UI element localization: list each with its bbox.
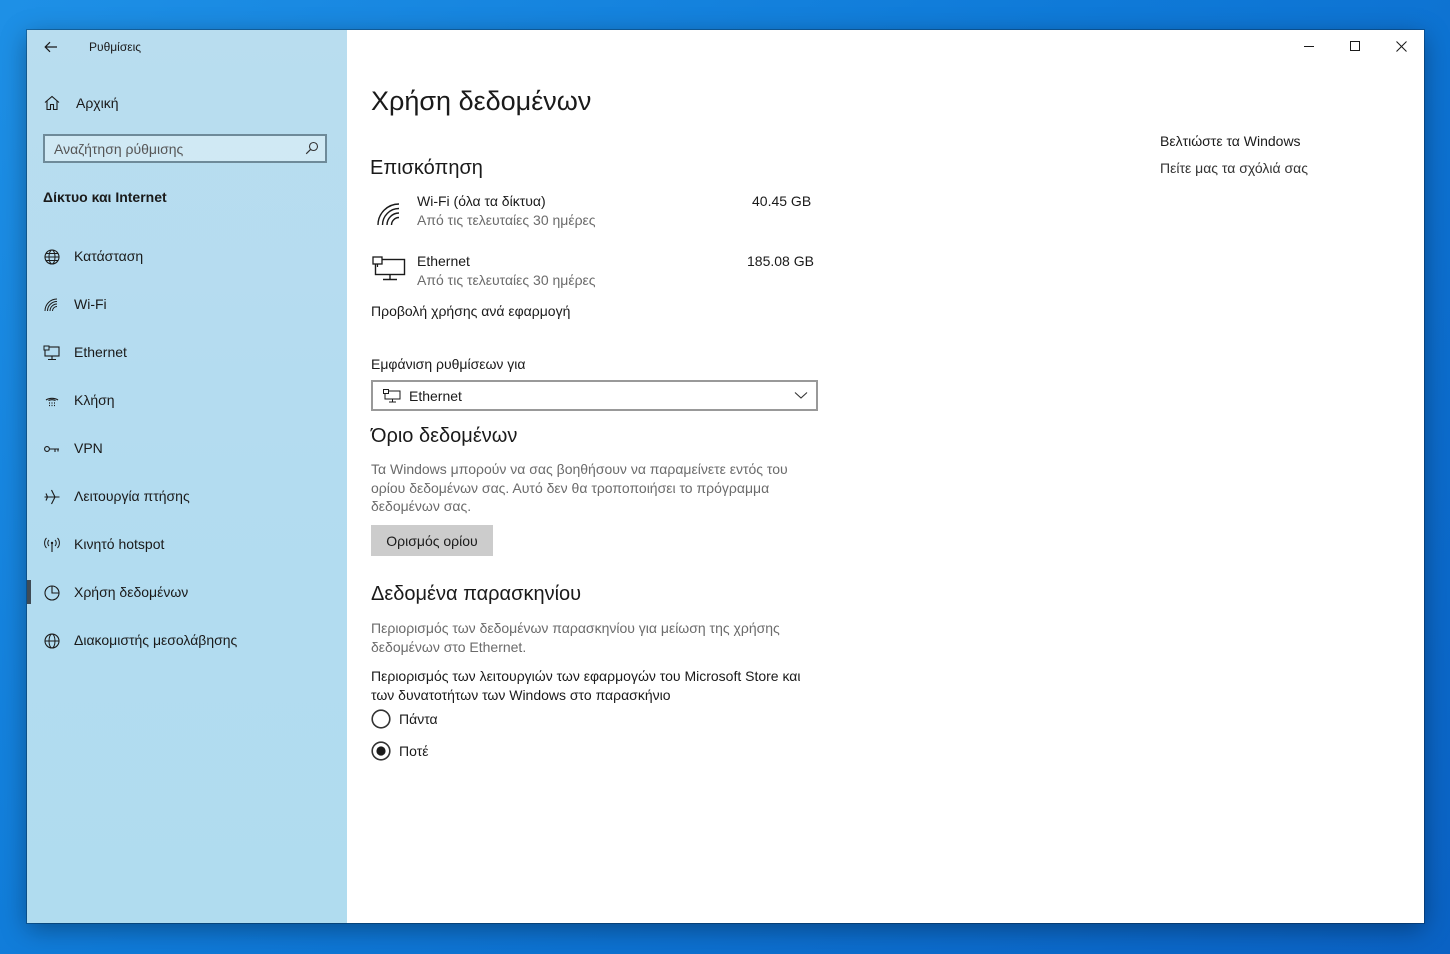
maximize-icon <box>1350 41 1360 51</box>
wifi-usage-period: Από τις τελευταίες 30 ημέρες <box>417 212 596 228</box>
sidebar-item-label: Wi-Fi <box>74 296 107 312</box>
ethernet-usage-name: Ethernet <box>417 253 470 269</box>
ethernet-usage-period: Από τις τελευταίες 30 ημέρες <box>417 272 596 288</box>
minimize-icon <box>1304 46 1314 47</box>
close-icon <box>1395 40 1407 52</box>
ethernet-icon <box>383 389 401 403</box>
improve-windows-heading: Βελτιώστε τα Windows <box>1160 133 1301 149</box>
per-app-usage-link[interactable]: Προβολή χρήσης ανά εφαρμογή <box>371 303 570 319</box>
vpn-icon <box>44 446 59 452</box>
radio-always-label[interactable]: Πάντα <box>399 711 438 727</box>
sidebar-item-label: Λειτουργία πτήσης <box>74 488 190 504</box>
sidebar-item-wifi[interactable]: Wi-Fi <box>27 284 347 332</box>
sidebar-item-label: Κατάσταση <box>74 248 144 264</box>
background-data-heading: Δεδομένα παρασκηνίου <box>371 583 582 605</box>
sidebar-item-label: Χρήση δεδομένων <box>74 584 189 600</box>
feedback-link[interactable]: Πείτε μας τα σχόλιά σας <box>1160 160 1308 176</box>
home-label: Αρχική <box>76 95 119 111</box>
radio-never[interactable] <box>371 741 391 761</box>
wifi-usage-name: Wi-Fi (όλα τα δίκτυα) <box>417 193 546 209</box>
ethernet-icon <box>43 345 60 361</box>
sidebar-item-status[interactable]: Κατάσταση <box>27 236 347 284</box>
page-title: Χρήση δεδομένων <box>371 86 592 116</box>
overview-heading: Επισκόπηση <box>370 157 483 179</box>
sidebar-item-ethernet[interactable]: Ethernet <box>27 332 347 380</box>
airplane-icon <box>44 489 60 505</box>
search-icon[interactable] <box>305 141 319 155</box>
hotspot-icon <box>44 537 60 552</box>
minimize-button[interactable] <box>1286 30 1332 62</box>
close-button[interactable] <box>1378 30 1424 62</box>
home-nav-item[interactable]: Αρχική <box>27 88 347 118</box>
maximize-button[interactable] <box>1332 30 1378 62</box>
radio-always[interactable] <box>371 709 391 729</box>
sidebar-item-hotspot[interactable]: Κινητό hotspot <box>27 524 347 572</box>
sidebar: Ρυθμίσεις Αρχική Δίκτυο και Internet <box>27 30 347 923</box>
dropdown-selected-value: Ethernet <box>409 388 462 404</box>
data-limit-description: Τα Windows μπορούν να σας βοηθήσουν να π… <box>371 461 788 514</box>
show-settings-label: Εμφάνιση ρυθμίσεων για <box>371 356 526 372</box>
globe-icon <box>44 633 60 649</box>
app-title: Ρυθμίσεις <box>89 40 142 54</box>
search-input[interactable] <box>45 136 304 161</box>
search-box[interactable] <box>43 134 327 163</box>
back-arrow-icon <box>44 41 57 53</box>
network-select-dropdown[interactable]: Ethernet <box>371 380 818 411</box>
sidebar-item-dialup[interactable]: Κλήση <box>27 380 347 428</box>
back-button[interactable] <box>37 34 65 60</box>
sidebar-item-label: Κινητό hotspot <box>74 536 165 552</box>
section-title: Δίκτυο και Internet <box>43 189 167 205</box>
sidebar-item-vpn[interactable]: VPN <box>27 428 347 476</box>
sidebar-nav: Κατάσταση Wi-Fi Ethernet Κλήση VPN Λειτο… <box>27 236 347 668</box>
radio-unchecked-icon <box>371 709 391 729</box>
home-icon <box>44 95 60 111</box>
sidebar-item-data-usage[interactable]: Χρήση δεδομένων <box>27 572 347 620</box>
sidebar-item-label: Κλήση <box>74 392 115 408</box>
pie-chart-icon <box>44 585 60 601</box>
wifi-usage-amount: 40.45 GB <box>752 193 812 209</box>
sidebar-item-label: Διακομιστής μεσολάβησης <box>74 632 238 648</box>
settings-window: Ρυθμίσεις Αρχική Δίκτυο και Internet <box>27 30 1424 923</box>
title-bar: Ρυθμίσεις <box>27 30 347 62</box>
sidebar-item-airplane[interactable]: Λειτουργία πτήσης <box>27 476 347 524</box>
set-limit-button[interactable]: Ορισμός ορίου <box>371 525 493 556</box>
data-limit-heading: Όριο δεδομένων <box>371 425 518 447</box>
globe-status-icon <box>44 249 60 265</box>
wifi-icon <box>44 298 58 312</box>
radio-never-label[interactable]: Ποτέ <box>399 743 428 759</box>
ethernet-usage-icon <box>372 256 406 281</box>
chevron-down-icon <box>794 392 808 399</box>
sidebar-item-label: Ethernet <box>74 344 127 360</box>
background-data-description: Περιορισμός των δεδομένων παρασκηνίου γι… <box>371 620 780 655</box>
sidebar-item-label: VPN <box>74 440 103 456</box>
wifi-usage-icon <box>377 203 400 226</box>
sidebar-item-proxy[interactable]: Διακομιστής μεσολάβησης <box>27 620 347 668</box>
radio-checked-icon <box>371 741 391 761</box>
background-restriction-question: Περιορισμός των λειτουργιών των εφαρμογώ… <box>371 668 801 703</box>
dialup-icon <box>45 397 59 407</box>
ethernet-usage-amount: 185.08 GB <box>747 253 814 269</box>
